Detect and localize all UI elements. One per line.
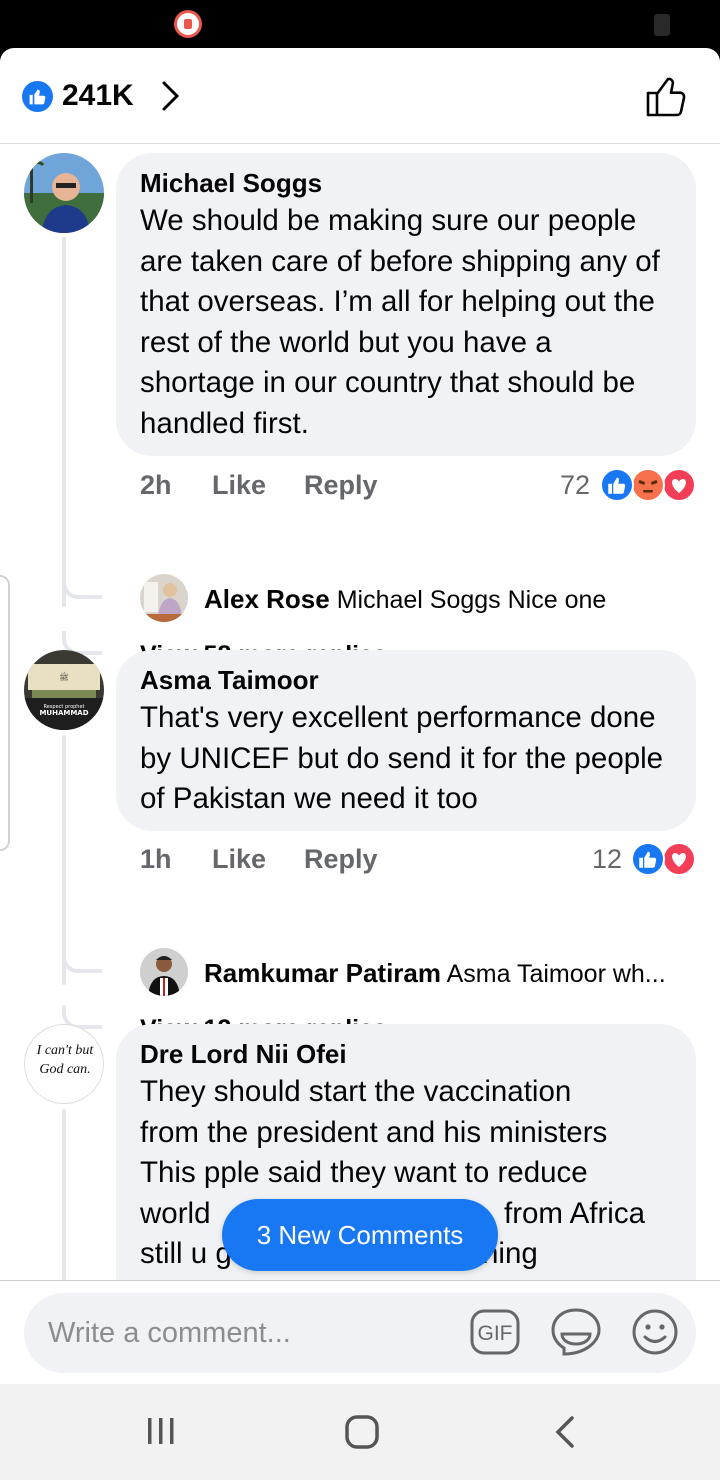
like-reaction-icon bbox=[600, 468, 634, 502]
comment-fragment: world bbox=[140, 1196, 211, 1230]
reply-text: Michael Soggs Nice one bbox=[336, 586, 607, 614]
notification-app-icon bbox=[174, 10, 202, 38]
edge-panel-handle[interactable] bbox=[0, 575, 10, 851]
comment-placeholder: Write a comment... bbox=[48, 1317, 291, 1349]
reply-text: Asma Taimoor wh... bbox=[446, 960, 666, 988]
gif-label: GIF bbox=[478, 1322, 513, 1345]
reply-author[interactable]: Ramkumar Patiram bbox=[204, 958, 441, 988]
reactions-header: 241K bbox=[0, 48, 720, 144]
comment-fragment: from Africa bbox=[504, 1196, 645, 1230]
comment-bubble[interactable]: Michael Soggs We should be making sure o… bbox=[116, 153, 696, 456]
reaction-count[interactable]: 12 bbox=[592, 839, 622, 879]
avatar-alex-rose[interactable] bbox=[140, 574, 188, 622]
reply-author[interactable]: Alex Rose bbox=[204, 584, 330, 614]
svg-text:MUHAMMAD: MUHAMMAD bbox=[39, 709, 88, 717]
comments-feed[interactable]: Michael Soggs We should be making sure o… bbox=[0, 145, 720, 1280]
comment-author[interactable]: Dre Lord Nii Ofei bbox=[140, 1038, 672, 1070]
comments-sheet: 241K Michael Soggs We should be making s… bbox=[0, 48, 720, 1384]
reply-button[interactable]: Reply bbox=[304, 839, 378, 879]
comment-time: 2h bbox=[140, 470, 172, 500]
thread-branch bbox=[62, 949, 102, 973]
sticker-icon[interactable] bbox=[550, 1306, 602, 1358]
thread-branch bbox=[62, 575, 102, 599]
avatar-asma-taimoor[interactable]: ﷺ Respect prophet MUHAMMAD bbox=[24, 650, 104, 730]
comment-author[interactable]: Asma Taimoor bbox=[140, 664, 672, 696]
love-reaction-icon bbox=[662, 842, 696, 876]
thread-line bbox=[62, 1109, 66, 1280]
comment-line: This pple said they want to reduce bbox=[140, 1156, 588, 1190]
svg-text:ﷺ: ﷺ bbox=[59, 671, 69, 682]
comment-line: from the president and his ministers bbox=[140, 1115, 608, 1149]
comment-time: 1h bbox=[140, 844, 172, 874]
reaction-count[interactable]: 72 bbox=[560, 465, 590, 505]
back-icon[interactable] bbox=[552, 1414, 578, 1450]
avatar-text-line: God can. bbox=[39, 1062, 91, 1077]
avatar-text-line: I can't but bbox=[36, 1043, 94, 1058]
reply-button[interactable]: Reply bbox=[304, 465, 378, 505]
avatar-michael-soggs[interactable] bbox=[24, 153, 104, 233]
emoji-icon[interactable] bbox=[630, 1307, 680, 1357]
thread-line bbox=[62, 237, 66, 607]
comment-composer: Write a comment... GIF bbox=[0, 1280, 720, 1384]
gif-icon[interactable]: GIF bbox=[470, 1309, 520, 1355]
like-button[interactable]: Like bbox=[212, 839, 266, 879]
avatar-dre-lord-nii-ofei[interactable]: I can't but God can. bbox=[24, 1024, 104, 1104]
reply-preview[interactable]: Ramkumar Patiram Asma Taimoor wh... bbox=[204, 955, 666, 992]
comment-line: They should start the vaccination bbox=[140, 1075, 572, 1108]
recent-apps-icon[interactable] bbox=[144, 1414, 178, 1448]
angry-reaction-icon bbox=[631, 468, 665, 502]
comment-input[interactable]: Write a comment... GIF bbox=[24, 1293, 696, 1373]
like-button[interactable]: Like bbox=[212, 465, 266, 505]
like-count[interactable]: 241K bbox=[62, 76, 134, 116]
comment-bubble[interactable]: Asma Taimoor That's very excellent perfo… bbox=[116, 650, 696, 831]
reply-preview[interactable]: Alex Rose Michael Soggs Nice one bbox=[204, 581, 606, 618]
chevron-right-icon[interactable] bbox=[160, 80, 182, 112]
thumbs-up-outline-icon[interactable] bbox=[644, 74, 690, 118]
comment-fragment: still u g bbox=[140, 1237, 232, 1271]
love-reaction-icon bbox=[662, 468, 696, 502]
comment-text: We should be making sure our people are … bbox=[140, 204, 660, 440]
new-comments-button[interactable]: 3 New Comments bbox=[222, 1199, 498, 1271]
like-reaction-icon bbox=[631, 842, 665, 876]
system-navigation-bar bbox=[0, 1384, 720, 1480]
thumbs-up-icon bbox=[22, 81, 53, 112]
thread-line bbox=[62, 735, 66, 985]
comment-text: That's very excellent performance done b… bbox=[140, 701, 664, 816]
comment-author[interactable]: Michael Soggs bbox=[140, 167, 672, 199]
status-bar bbox=[0, 0, 720, 48]
battery-icon bbox=[654, 14, 670, 36]
avatar-ramkumar-patiram[interactable] bbox=[140, 948, 188, 996]
home-icon[interactable] bbox=[344, 1414, 380, 1450]
